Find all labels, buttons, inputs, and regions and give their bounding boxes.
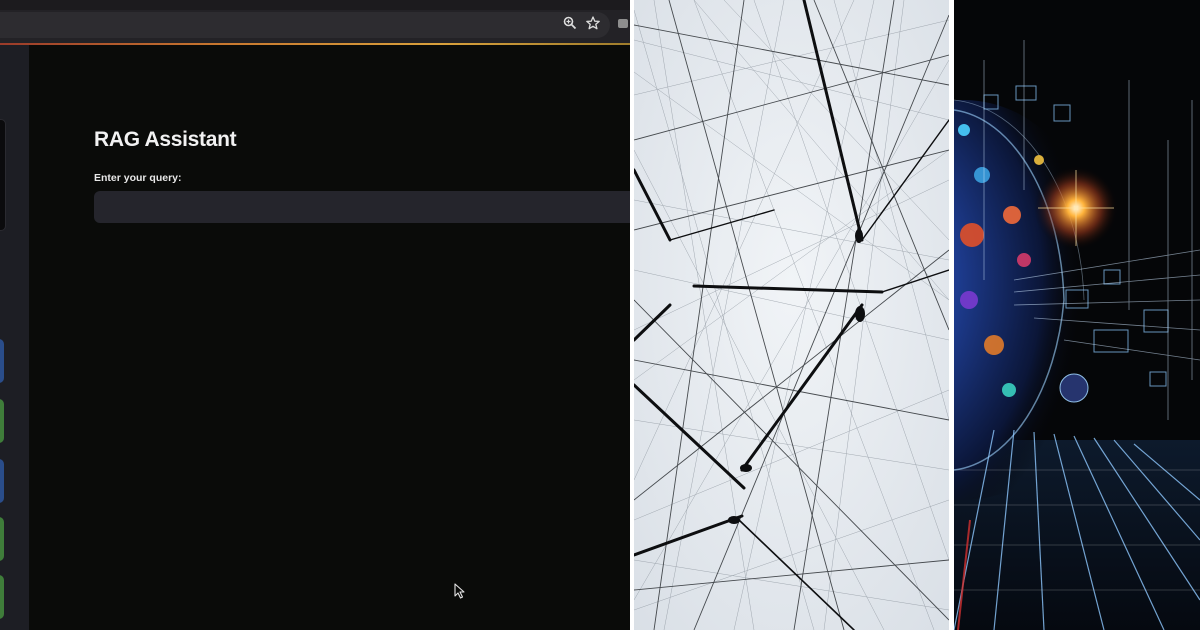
query-label: Enter your query: xyxy=(94,172,182,184)
address-bar[interactable] xyxy=(0,12,610,38)
sidebar-item-green[interactable] xyxy=(0,399,4,443)
browser-window: RAG Assistant Enter your query: xyxy=(0,0,630,630)
network-lines-photo xyxy=(634,0,949,630)
browser-toolbar xyxy=(0,0,630,44)
sidebar-panel xyxy=(0,119,6,231)
sidebar-item-green[interactable] xyxy=(0,575,4,619)
bookmark-star-icon[interactable] xyxy=(584,16,602,34)
sidebar-item-blue[interactable] xyxy=(0,339,4,383)
sidebar-item-green[interactable] xyxy=(0,517,4,561)
zoom-icon[interactable] xyxy=(561,16,579,34)
query-input[interactable] xyxy=(94,191,630,223)
page-title: RAG Assistant xyxy=(94,128,237,151)
sidebar-item-blue[interactable] xyxy=(0,459,4,503)
extension-icon[interactable] xyxy=(616,16,630,34)
app-sidebar xyxy=(0,45,29,630)
futuristic-data-illustration xyxy=(954,0,1200,630)
mouse-cursor-icon xyxy=(454,583,465,599)
